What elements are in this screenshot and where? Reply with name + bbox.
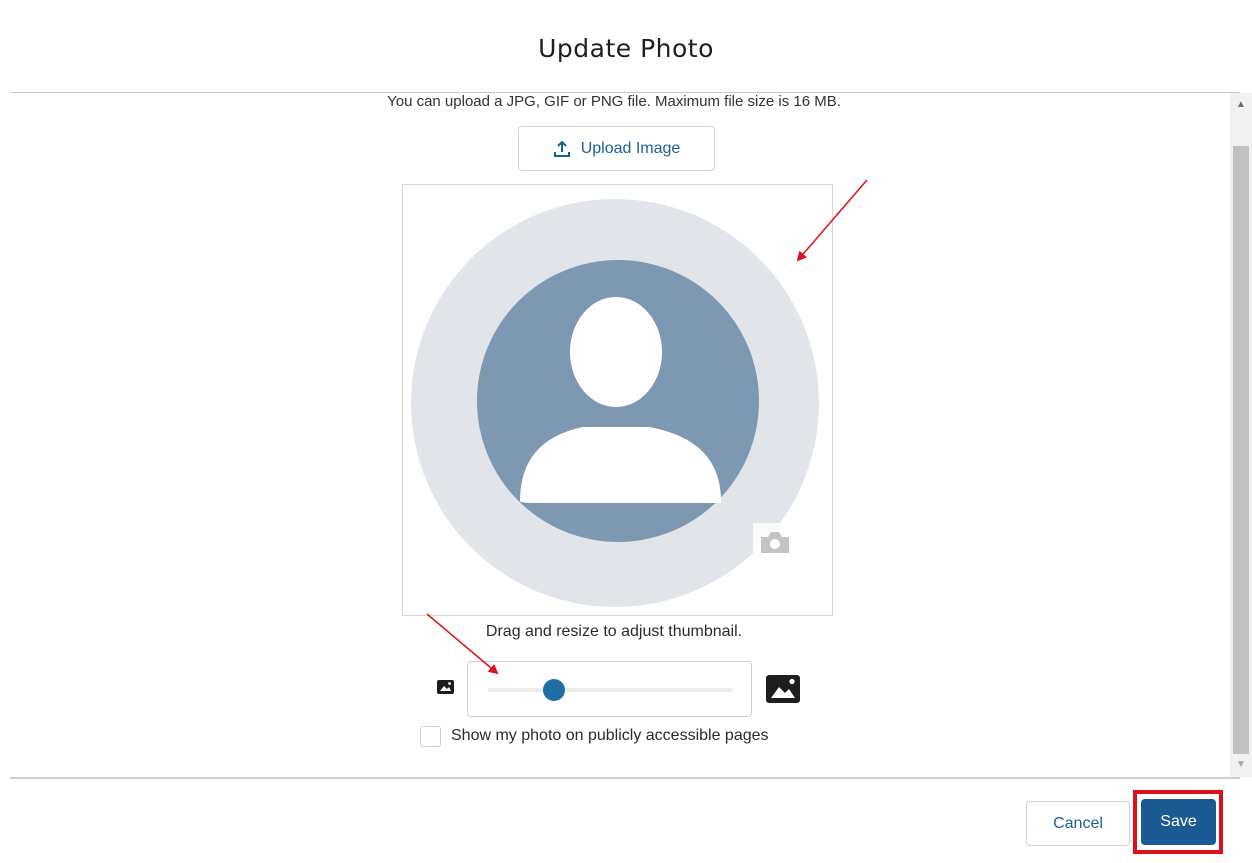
- camera-icon: [753, 523, 797, 561]
- modal-footer: Cancel Save: [0, 779, 1252, 863]
- modal-title: Update Photo: [538, 33, 714, 63]
- show-public-label[interactable]: Show my photo on publicly accessible pag…: [451, 727, 769, 745]
- modal-body: You can upload a JPG, GIF or PNG file. M…: [0, 93, 1228, 777]
- image-small-icon[interactable]: [437, 680, 454, 694]
- upload-image-button[interactable]: Upload Image: [518, 126, 715, 171]
- zoom-slider[interactable]: [467, 661, 752, 717]
- scroll-up-icon[interactable]: ▲: [1230, 95, 1252, 113]
- vertical-scrollbar[interactable]: ▲ ▼: [1230, 93, 1252, 777]
- zoom-slider-track[interactable]: [488, 688, 733, 692]
- scrollbar-thumb[interactable]: [1233, 146, 1249, 754]
- show-public-checkbox[interactable]: [420, 725, 441, 747]
- show-public-row[interactable]: Show my photo on publicly accessible pag…: [420, 724, 769, 748]
- zoom-slider-thumb[interactable]: [543, 679, 566, 701]
- cancel-button[interactable]: Cancel: [1026, 801, 1130, 846]
- image-large-icon[interactable]: [766, 675, 800, 703]
- upload-info-text: You can upload a JPG, GIF or PNG file. M…: [387, 93, 841, 110]
- modal-header: Update Photo: [0, 0, 1252, 92]
- save-button[interactable]: Save: [1141, 799, 1216, 845]
- upload-image-label: Upload Image: [580, 139, 681, 157]
- scroll-down-icon[interactable]: ▼: [1230, 755, 1252, 773]
- upload-icon: [553, 140, 570, 157]
- image-crop-area[interactable]: [402, 184, 833, 616]
- avatar-placeholder-icon: [477, 260, 759, 542]
- drag-hint-text: Drag and resize to adjust thumbnail.: [485, 623, 743, 640]
